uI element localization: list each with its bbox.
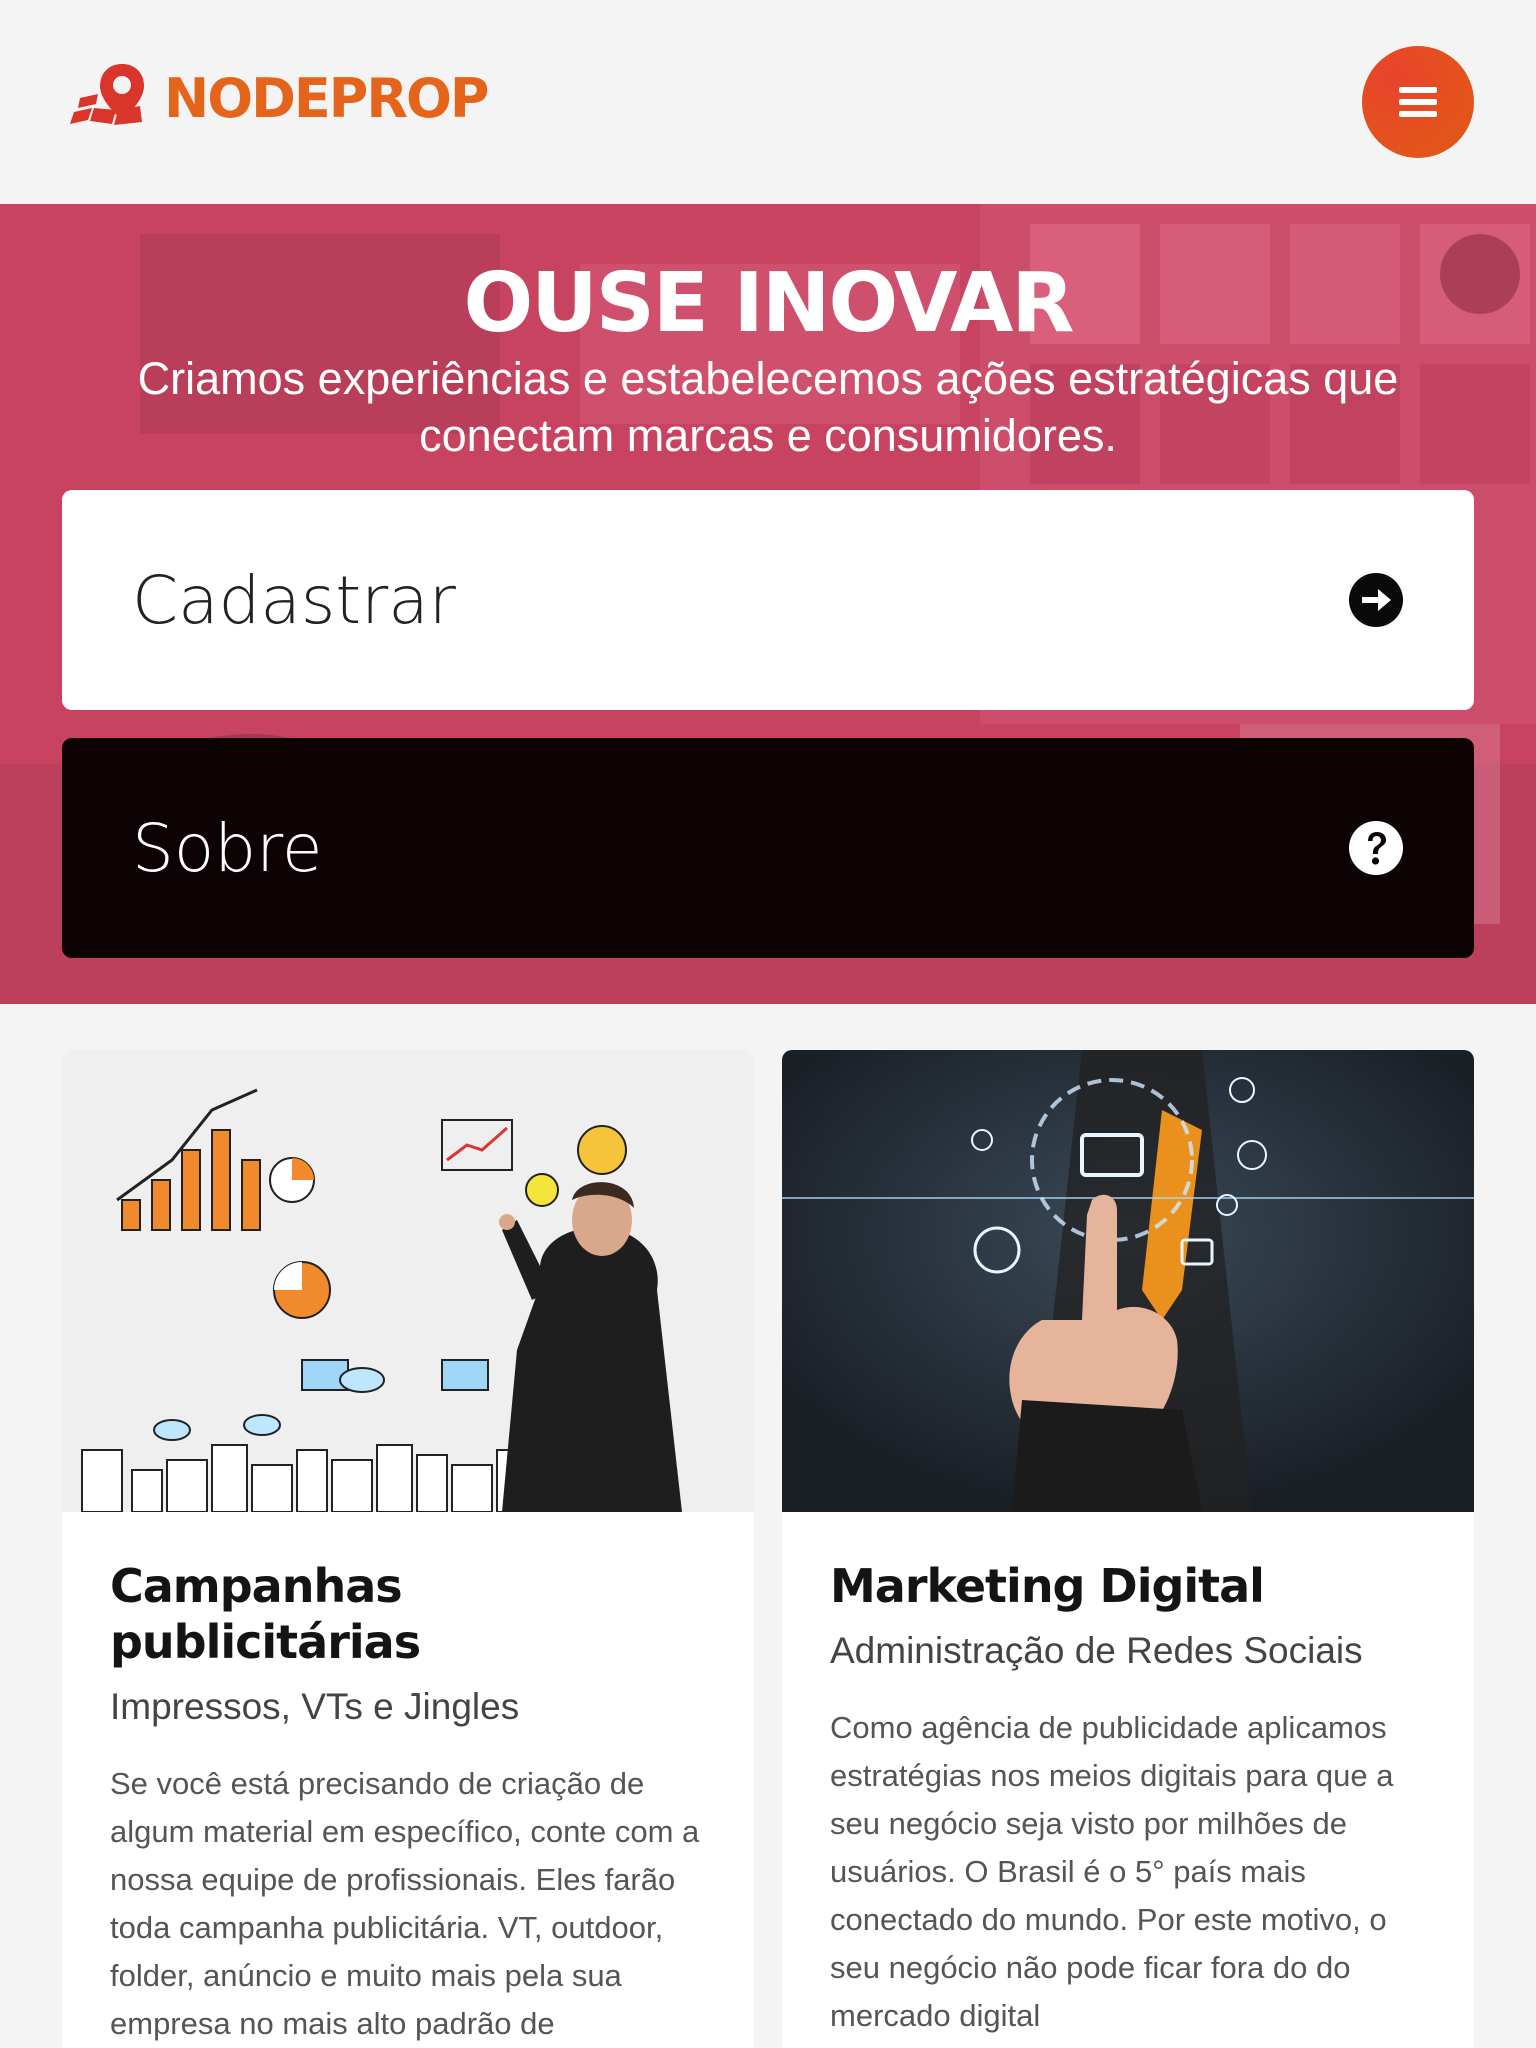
card-marketing-digital[interactable]: Marketing Digital Administração de Redes…	[782, 1050, 1474, 2048]
menu-button[interactable]	[1362, 46, 1474, 158]
sobre-label: Sobre	[132, 809, 323, 887]
hero-section: OUSE INOVAR Criamos experiências e estab…	[0, 204, 1536, 1004]
card-marketing-title: Marketing Digital	[830, 1559, 1265, 1613]
question-circle-icon	[1349, 821, 1403, 875]
site-header: NODEPROP	[0, 0, 1536, 204]
card-campanhas-title: Campanhas publicitárias	[110, 1559, 421, 1669]
card-campanhas-subtitle: Impressos, VTs e Jingles	[110, 1686, 520, 1727]
card-campanhas-image	[62, 1050, 754, 1512]
logo[interactable]: NODEPROP	[70, 58, 489, 138]
logo-text: NODEPROP	[164, 66, 489, 130]
card-campanhas-text: Se você está precisando de criação de al…	[110, 1766, 700, 2041]
sobre-button[interactable]: Sobre	[62, 738, 1474, 958]
card-marketing-text: Como agência de publicidade aplicamos es…	[830, 1710, 1394, 2033]
logo-map-pin-icon	[70, 58, 160, 138]
hero-subtitle: Criamos experiências e estabelecemos açõ…	[137, 353, 1399, 461]
card-marketing-image	[782, 1050, 1474, 1512]
hero-title: OUSE INOVAR	[463, 256, 1074, 351]
cadastrar-label: Cadastrar	[132, 561, 456, 639]
menu-icon	[1399, 87, 1437, 117]
card-campanhas[interactable]: Campanhas publicitárias Impressos, VTs e…	[62, 1050, 754, 2048]
card-marketing-subtitle: Administração de Redes Sociais	[830, 1630, 1363, 1671]
cadastrar-button[interactable]: Cadastrar	[62, 490, 1474, 710]
arrow-right-circle-icon	[1349, 573, 1403, 627]
